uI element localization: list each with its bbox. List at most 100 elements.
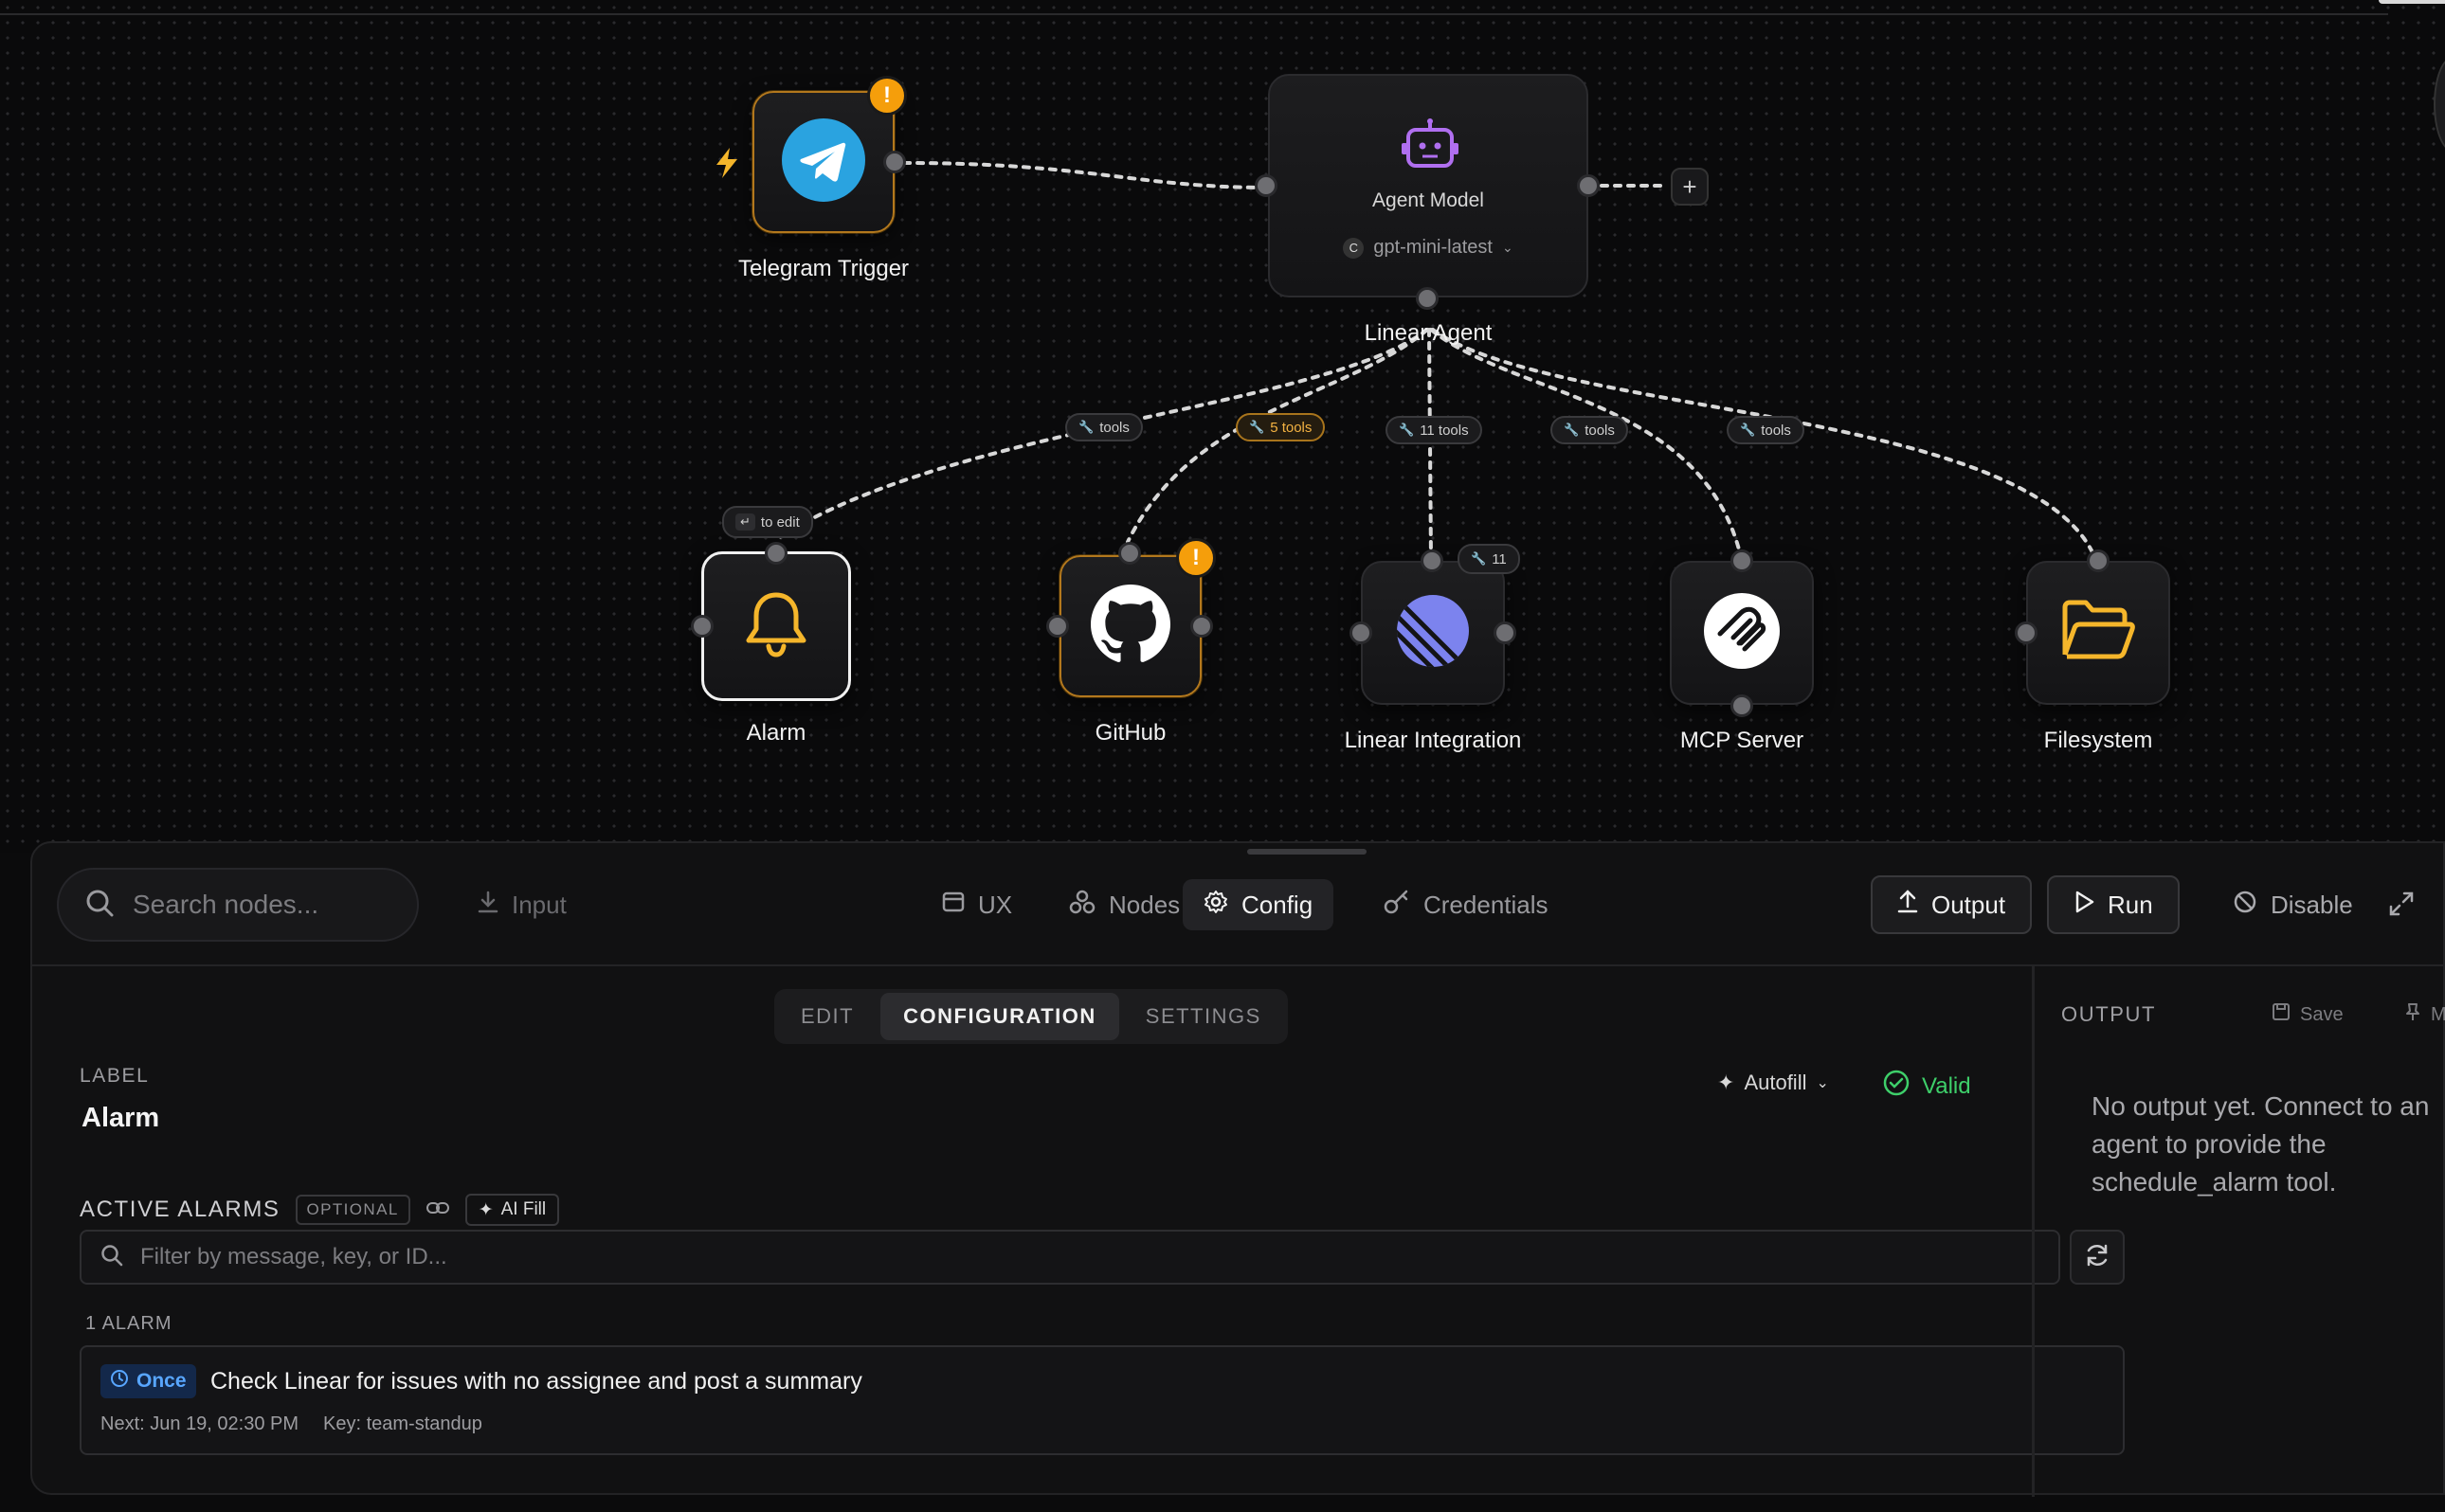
telegram-icon bbox=[782, 117, 865, 207]
tool-count-text: 11 bbox=[1492, 550, 1507, 567]
telegram-output-port[interactable] bbox=[883, 151, 906, 173]
label-heading: LABEL bbox=[80, 1065, 150, 1087]
download-icon bbox=[478, 891, 498, 920]
filesystem-node[interactable] bbox=[2026, 561, 2170, 705]
pill-text: 11 tools bbox=[1420, 422, 1469, 439]
alarm-filter-input[interactable] bbox=[140, 1244, 1941, 1270]
subtab-configuration[interactable]: CONFIGURATION bbox=[880, 993, 1119, 1040]
gear-icon bbox=[1204, 890, 1228, 921]
tool-count-badge: 🔧 11 bbox=[1458, 544, 1520, 574]
enter-key-icon: ↵ bbox=[735, 513, 755, 531]
button-label: Output bbox=[1931, 890, 2006, 919]
autofill-dropdown[interactable]: ✦ Autofill ⌄ bbox=[1717, 1071, 1829, 1095]
agent-output-port[interactable] bbox=[1577, 174, 1600, 197]
button-label: Disable bbox=[2271, 890, 2353, 919]
warning-badge: ! bbox=[1176, 538, 1216, 578]
search-input[interactable] bbox=[133, 890, 398, 920]
mcp-server-label: MCP Server bbox=[1679, 728, 1804, 753]
alarm-count: 1 ALARM bbox=[85, 1313, 172, 1334]
ban-icon bbox=[2233, 890, 2257, 921]
subtab-edit[interactable]: EDIT bbox=[778, 993, 877, 1040]
tab-ux[interactable]: UX bbox=[921, 879, 1033, 930]
window-icon bbox=[942, 891, 965, 920]
button-label: Run bbox=[2108, 890, 2153, 919]
agent-model-node[interactable]: Agent Model C gpt-mini-latest ⌄ bbox=[1268, 74, 1588, 297]
edge-pill-filesystem[interactable]: 🔧 tools bbox=[1727, 416, 1804, 444]
linear-top-port[interactable] bbox=[1421, 549, 1443, 572]
alarm-key: Key: team-standup bbox=[323, 1413, 482, 1434]
input-button[interactable]: Input bbox=[457, 879, 588, 930]
telegram-trigger-node[interactable] bbox=[752, 91, 895, 233]
valid-status: Valid bbox=[1882, 1069, 1971, 1104]
add-node-button[interactable]: + bbox=[1671, 168, 1709, 206]
ai-fill-label: AI Fill bbox=[500, 1199, 547, 1219]
output-empty-message: No output yet. Connect to an agent to pr… bbox=[2092, 1091, 2430, 1197]
edge-pill-mcp[interactable]: 🔧 tools bbox=[1550, 416, 1628, 444]
mcp-server-node[interactable] bbox=[1670, 561, 1814, 705]
linear-right-port[interactable] bbox=[1494, 621, 1516, 644]
filesystem-top-port[interactable] bbox=[2087, 549, 2110, 572]
configuration-pane: EDIT CONFIGURATION SETTINGS LABEL Alarm … bbox=[32, 966, 2125, 1497]
frequency-label: Once bbox=[136, 1370, 187, 1392]
nodes-icon bbox=[1069, 890, 1096, 921]
subtab-settings[interactable]: SETTINGS bbox=[1123, 993, 1284, 1040]
link-icon[interactable] bbox=[426, 1200, 450, 1220]
search-box[interactable] bbox=[57, 868, 419, 942]
wrench-icon: 🔧 bbox=[1249, 420, 1265, 434]
edge-pill-linear[interactable]: 🔧 11 tools bbox=[1386, 416, 1482, 444]
wrench-icon: 🔧 bbox=[1078, 420, 1095, 434]
github-right-port[interactable] bbox=[1190, 615, 1213, 638]
tab-nodes[interactable]: Nodes bbox=[1048, 879, 1201, 930]
agent-input-port[interactable] bbox=[1255, 174, 1277, 197]
alarm-top-port[interactable] bbox=[765, 542, 788, 565]
more-output-button[interactable]: Mo bbox=[2404, 1002, 2445, 1027]
github-label: GitHub bbox=[1095, 720, 1167, 746]
linear-left-port[interactable] bbox=[1349, 621, 1372, 644]
filesystem-left-port[interactable] bbox=[2015, 621, 2038, 644]
alarm-filter[interactable] bbox=[80, 1230, 2060, 1285]
key-icon bbox=[1384, 890, 1410, 921]
linear-icon bbox=[1395, 593, 1471, 674]
ai-fill-button[interactable]: ✦ AI Fill bbox=[464, 1194, 560, 1226]
frequency-badge: Once bbox=[100, 1364, 196, 1398]
model-selector[interactable]: C gpt-mini-latest ⌄ bbox=[1270, 237, 1586, 259]
linear-integration-node[interactable] bbox=[1361, 561, 1505, 705]
connection-wires bbox=[773, 161, 2098, 563]
tab-config[interactable]: Config bbox=[1183, 879, 1334, 930]
alarm-node[interactable] bbox=[701, 551, 851, 701]
bell-icon bbox=[739, 587, 813, 666]
workflow-canvas[interactable]: ! Telegram Trigger Agent Model C gpt-min… bbox=[0, 0, 2445, 853]
run-button[interactable]: Run bbox=[2047, 875, 2180, 934]
lightning-icon bbox=[713, 146, 741, 185]
pin-icon bbox=[2404, 1002, 2421, 1027]
disable-button[interactable]: Disable bbox=[2212, 879, 2374, 930]
pill-text: tools bbox=[1099, 419, 1130, 436]
edge-pill-alarm[interactable]: 🔧 tools bbox=[1065, 413, 1143, 441]
github-node[interactable] bbox=[1060, 555, 1202, 697]
label-value[interactable]: Alarm bbox=[82, 1103, 159, 1134]
chevron-down-icon: ⌄ bbox=[1501, 240, 1513, 255]
mcp-top-port[interactable] bbox=[1730, 549, 1753, 572]
output-button[interactable]: Output bbox=[1871, 875, 2033, 934]
agent-tools-port[interactable] bbox=[1416, 287, 1439, 310]
alarm-message: Check Linear for issues with no assignee… bbox=[210, 1368, 862, 1395]
tab-label: Nodes bbox=[1109, 890, 1181, 919]
optional-tag: OPTIONAL bbox=[295, 1195, 410, 1225]
alarm-left-port[interactable] bbox=[691, 615, 714, 638]
model-provider-icon: C bbox=[1343, 237, 1365, 259]
save-output-button[interactable]: Save bbox=[2272, 1002, 2344, 1027]
warning-badge: ! bbox=[867, 76, 907, 116]
github-top-port[interactable] bbox=[1118, 542, 1141, 565]
edge-pill-github[interactable]: 🔧 5 tools bbox=[1236, 413, 1326, 441]
mcp-bottom-port[interactable] bbox=[1730, 694, 1753, 717]
alarm-list-item[interactable]: Once Check Linear for issues with no ass… bbox=[80, 1345, 2125, 1455]
telegram-trigger-label: Telegram Trigger bbox=[737, 256, 910, 281]
more-label: Mo bbox=[2431, 1003, 2445, 1025]
input-label: Input bbox=[512, 890, 567, 919]
save-label: Save bbox=[2300, 1003, 2344, 1025]
wire-agent-mcp bbox=[1429, 328, 1744, 563]
expand-icon[interactable] bbox=[2388, 891, 2415, 922]
github-left-port[interactable] bbox=[1046, 615, 1069, 638]
check-circle-icon bbox=[1882, 1069, 1911, 1104]
tab-credentials[interactable]: Credentials bbox=[1363, 879, 1569, 930]
